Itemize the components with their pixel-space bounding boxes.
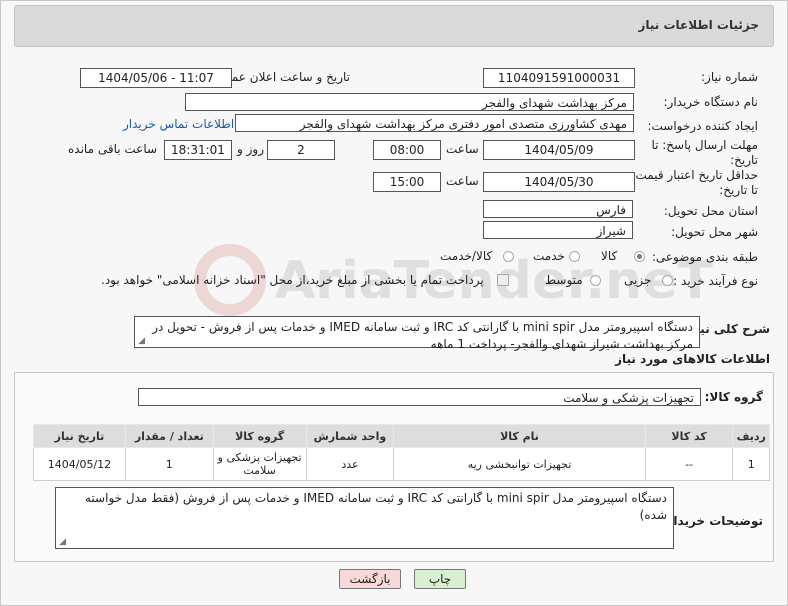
price-time-field[interactable]: 15:00 [373, 172, 441, 192]
goods-section-title: اطلاعات کالاهای مورد نیاز [615, 352, 770, 366]
reply-deadline-label: مهلت ارسال پاسخ: تا [651, 138, 758, 152]
goods-table-header: ردیف کد کالا نام کالا واحد شمارش گروه کا… [33, 424, 770, 448]
requester-label: ایجاد کننده درخواست: [647, 119, 758, 133]
print-button[interactable]: چاپ [414, 569, 466, 589]
description-text: دستگاه اسپیرومتر مدل mini spir با گارانت… [152, 320, 693, 351]
price-deadline-label-2: تا تاریخ: [719, 183, 758, 197]
reply-time-field[interactable]: 08:00 [373, 140, 441, 160]
buyer-notes-textarea[interactable]: دستگاه اسپیرومتر مدل mini spir با گارانت… [55, 487, 674, 549]
resize-handle-icon[interactable]: ◢ [137, 337, 145, 346]
col-row: ردیف [732, 424, 770, 448]
reply-deadline-label-2: تاریخ: [730, 153, 758, 167]
need-number-field[interactable]: 1104091591000031 [483, 68, 635, 88]
buyer-notes-label: توضیحات خریدار: [661, 514, 763, 528]
process-option-partial: جزیی [624, 273, 652, 287]
category-option-service: خدمت [533, 249, 565, 263]
need-number-label: شماره نیاز: [701, 70, 758, 84]
col-quantity: تعداد / مقدار [124, 424, 214, 448]
buyer-org-label: نام دستگاه خریدار: [663, 95, 759, 109]
buyer-contact-link[interactable]: اطلاعات تماس خریدار [123, 117, 234, 131]
cell-need-date: 1404/05/12 [33, 447, 126, 481]
cell-name: تجهیزات توانبخشی ریه [393, 447, 646, 481]
col-unit: واحد شمارش [305, 424, 395, 448]
resize-handle-icon[interactable]: ◢ [58, 538, 66, 547]
goods-group-label: گروه کالا: [704, 390, 763, 404]
reply-time-label: ساعت [446, 142, 479, 156]
col-name: نام کالا [393, 424, 646, 448]
cell-code: -- [644, 447, 734, 481]
category-label: طبقه بندی موضوعی: [651, 250, 758, 264]
price-deadline-label: حداقل تاریخ اعتبار قیمت: [631, 168, 758, 182]
category-radio-goods[interactable] [634, 251, 645, 262]
remaining-time-label: ساعت باقی مانده [68, 142, 158, 156]
reply-date-field[interactable]: 1404/05/09 [483, 140, 635, 160]
cell-quantity: 1 [124, 447, 214, 481]
process-radio-partial[interactable] [662, 275, 673, 286]
col-group: گروه کالا [212, 424, 307, 448]
back-button[interactable]: بازگشت [339, 569, 401, 589]
city-field[interactable]: شیراز [483, 221, 633, 239]
cell-unit: عدد [305, 447, 395, 481]
province-label: استان محل تحویل: [663, 204, 758, 218]
process-label: نوع فرآیند خرید : [673, 274, 758, 288]
goods-table: ردیف کد کالا نام کالا واحد شمارش گروه کا… [33, 424, 770, 481]
treasury-payment-checkbox[interactable] [497, 274, 509, 286]
announce-field[interactable]: 1404/05/06 - 11:07 [80, 68, 232, 88]
buyer-org-field[interactable]: مرکز بهداشت شهدای والفجر [185, 93, 634, 111]
process-radio-medium[interactable] [590, 275, 601, 286]
remaining-time-field[interactable]: 18:31:01 [164, 140, 232, 160]
category-option-both: کالا/خدمت [440, 249, 493, 263]
description-textarea[interactable]: دستگاه اسپیرومتر مدل mini spir با گارانت… [134, 316, 700, 351]
page-title: جزئیات اطلاعات نیاز [638, 18, 759, 32]
reply-days-label: روز و [237, 142, 264, 156]
col-need-date: تاریخ نیاز [33, 424, 126, 448]
cell-group: تجهیزات پزشکی و سلامت [212, 447, 307, 481]
price-date-field[interactable]: 1404/05/30 [483, 172, 635, 192]
category-radio-service[interactable] [569, 251, 580, 262]
process-option-medium: متوسط [545, 273, 583, 287]
city-label: شهر محل تحویل: [671, 225, 758, 239]
category-option-goods: کالا [601, 249, 618, 263]
province-field[interactable]: فارس [483, 200, 633, 218]
header-bar: جزئیات اطلاعات نیاز [14, 5, 774, 47]
category-radio-both[interactable] [503, 251, 514, 262]
table-row[interactable]: 1 -- تجهیزات توانبخشی ریه عدد تجهیزات پز… [33, 447, 770, 481]
col-code: کد کالا [644, 424, 734, 448]
treasury-payment-note: پرداخت تمام یا بخشی از مبلغ خرید،از محل … [101, 273, 484, 287]
buyer-notes-text: دستگاه اسپیرومتر مدل mini spir با گارانت… [85, 491, 667, 522]
requester-field[interactable]: مهدی کشاورزی متصدی امور دفتری مرکز بهداش… [235, 114, 634, 132]
price-time-label: ساعت [446, 174, 479, 188]
reply-days-field[interactable]: 2 [267, 140, 335, 160]
cell-row: 1 [732, 447, 770, 481]
goods-group-field[interactable]: تجهیزات پزشکی و سلامت [138, 388, 701, 406]
